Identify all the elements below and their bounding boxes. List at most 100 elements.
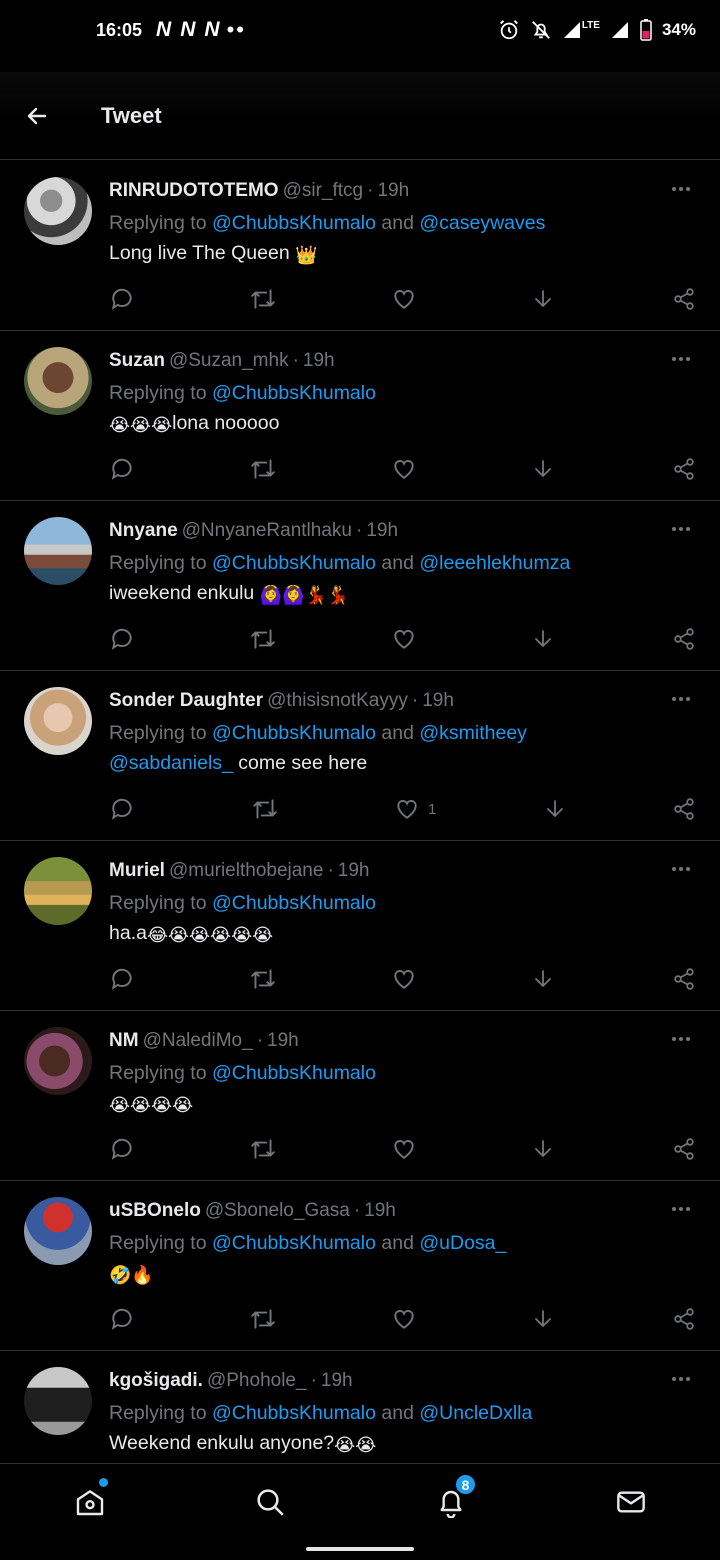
tweet-item[interactable]: uSBOnelo @Sbonelo_Gasa · 19h Replying to @C…	[0, 1181, 720, 1351]
tweet-time[interactable]: 19h	[377, 180, 409, 201]
share-button[interactable]	[672, 965, 696, 993]
share-button[interactable]	[672, 1305, 696, 1333]
retweet-button[interactable]	[249, 455, 277, 483]
tweet-time[interactable]: 19h	[267, 1030, 299, 1051]
bookmark-button[interactable]	[531, 455, 555, 483]
mention-link[interactable]: @ChubbsKhumalo	[212, 552, 376, 574]
mention-link[interactable]: @sabdaniels_	[109, 752, 233, 774]
reply-button[interactable]	[109, 795, 135, 823]
tweet-time[interactable]: 19h	[338, 860, 370, 881]
more-options-icon[interactable]	[672, 521, 696, 537]
bookmark-button[interactable]	[531, 1305, 555, 1333]
bookmark-button[interactable]	[531, 285, 555, 313]
reply-button[interactable]	[109, 455, 135, 483]
tweet-item[interactable]: Suzan @Suzan_mhk · 19h Replying to @ChubbsK…	[0, 331, 720, 501]
mention-link[interactable]: @ChubbsKhumalo	[212, 1232, 376, 1254]
mention-link[interactable]: @caseywaves	[419, 212, 545, 234]
mention-link[interactable]: @ChubbsKhumalo	[212, 382, 376, 404]
tweet-item[interactable]: RINRUDOTOTEMO @sir_ftcg · 19h Replying to @…	[0, 161, 720, 331]
author-handle[interactable]: @Phohole_	[207, 1370, 307, 1391]
nav-home[interactable]	[70, 1478, 110, 1522]
author-name[interactable]: Muriel	[109, 860, 165, 881]
mention-link[interactable]: @ChubbsKhumalo	[212, 892, 376, 914]
more-options-icon[interactable]	[672, 861, 696, 877]
author-name[interactable]: NM	[109, 1030, 139, 1051]
retweet-button[interactable]	[249, 625, 277, 653]
share-button[interactable]	[672, 455, 696, 483]
mention-link[interactable]: @ChubbsKhumalo	[212, 722, 376, 744]
avatar[interactable]	[24, 517, 92, 585]
tweet-item[interactable]: NM @NalediMo_ · 19h Replying to @ChubbsKhum…	[0, 1011, 720, 1181]
mention-link[interactable]: @ChubbsKhumalo	[212, 1062, 376, 1084]
avatar[interactable]	[24, 687, 92, 755]
retweet-button[interactable]	[249, 1135, 277, 1163]
retweet-button[interactable]	[249, 1305, 277, 1333]
author-handle[interactable]: @Suzan_mhk	[169, 350, 289, 371]
mention-link[interactable]: @uDosa_	[419, 1232, 506, 1254]
tweet-time[interactable]: 19h	[366, 520, 398, 541]
avatar[interactable]	[24, 1197, 92, 1265]
tweet-time[interactable]: 19h	[303, 350, 335, 371]
author-handle[interactable]: @NnyaneRantlhaku	[182, 520, 352, 541]
mention-link[interactable]: @ChubbsKhumalo	[212, 212, 376, 234]
like-button[interactable]	[391, 285, 425, 313]
tweet-time[interactable]: 19h	[422, 690, 454, 711]
author-name[interactable]: RINRUDOTOTEMO	[109, 180, 279, 201]
bookmark-button[interactable]	[543, 795, 567, 823]
tweet-item[interactable]: Nnyane @NnyaneRantlhaku · 19h Replying to @…	[0, 501, 720, 671]
like-button[interactable]	[391, 455, 425, 483]
mention-link[interactable]: @leeehlekhumza	[419, 552, 570, 574]
like-button[interactable]	[391, 1135, 425, 1163]
reply-button[interactable]	[109, 285, 135, 313]
bookmark-button[interactable]	[531, 965, 555, 993]
avatar[interactable]	[24, 177, 92, 245]
mention-link[interactable]: @ksmitheey	[419, 722, 527, 744]
author-name[interactable]: kgošigadi.	[109, 1370, 203, 1391]
author-name[interactable]: uSBOnelo	[109, 1200, 201, 1221]
avatar[interactable]	[24, 1367, 92, 1435]
nav-messages[interactable]	[611, 1482, 651, 1522]
reply-button[interactable]	[109, 1135, 135, 1163]
like-button[interactable]	[391, 965, 425, 993]
like-button[interactable]: 1	[394, 795, 436, 823]
bookmark-button[interactable]	[531, 1135, 555, 1163]
avatar[interactable]	[24, 857, 92, 925]
back-button[interactable]	[0, 86, 74, 146]
more-options-icon[interactable]	[672, 181, 696, 197]
more-options-icon[interactable]	[672, 1201, 696, 1217]
avatar[interactable]	[24, 347, 92, 415]
nav-search[interactable]	[250, 1482, 290, 1522]
reply-button[interactable]	[109, 625, 135, 653]
more-options-icon[interactable]	[672, 351, 696, 367]
bookmark-button[interactable]	[531, 625, 555, 653]
author-name[interactable]: Suzan	[109, 350, 165, 371]
author-handle[interactable]: @thisisnotKayyy	[267, 690, 408, 711]
like-button[interactable]	[391, 1305, 425, 1333]
mention-link[interactable]: @UncleDxlla	[419, 1402, 532, 1424]
retweet-button[interactable]	[249, 965, 277, 993]
author-handle[interactable]: @NalediMo_	[143, 1030, 253, 1051]
share-button[interactable]	[672, 795, 696, 823]
reply-button[interactable]	[109, 1305, 135, 1333]
mention-link[interactable]: @ChubbsKhumalo	[212, 1402, 376, 1424]
replies-feed[interactable]: RINRUDOTOTEMO @sir_ftcg · 19h Replying to @…	[0, 161, 720, 1463]
tweet-time[interactable]: 19h	[364, 1200, 396, 1221]
author-handle[interactable]: @murielthobejane	[169, 860, 324, 881]
nav-notifications[interactable]: 8	[431, 1473, 477, 1522]
share-button[interactable]	[672, 625, 696, 653]
author-handle[interactable]: @Sbonelo_Gasa	[205, 1200, 350, 1221]
more-options-icon[interactable]	[672, 1371, 696, 1387]
author-name[interactable]: Nnyane	[109, 520, 178, 541]
reply-button[interactable]	[109, 965, 135, 993]
share-button[interactable]	[672, 1135, 696, 1163]
author-handle[interactable]: @sir_ftcg	[283, 180, 364, 201]
tweet-item[interactable]: Muriel @murielthobejane · 19h Replying to @…	[0, 841, 720, 1011]
tweet-time[interactable]: 19h	[321, 1370, 353, 1391]
tweet-item[interactable]: kgošigadi. @Phohole_ · 19h Replying to @Chu…	[0, 1351, 720, 1463]
share-button[interactable]	[672, 285, 696, 313]
retweet-button[interactable]	[249, 285, 277, 313]
more-options-icon[interactable]	[672, 691, 696, 707]
retweet-button[interactable]	[251, 795, 279, 823]
avatar[interactable]	[24, 1027, 92, 1095]
more-options-icon[interactable]	[672, 1031, 696, 1047]
